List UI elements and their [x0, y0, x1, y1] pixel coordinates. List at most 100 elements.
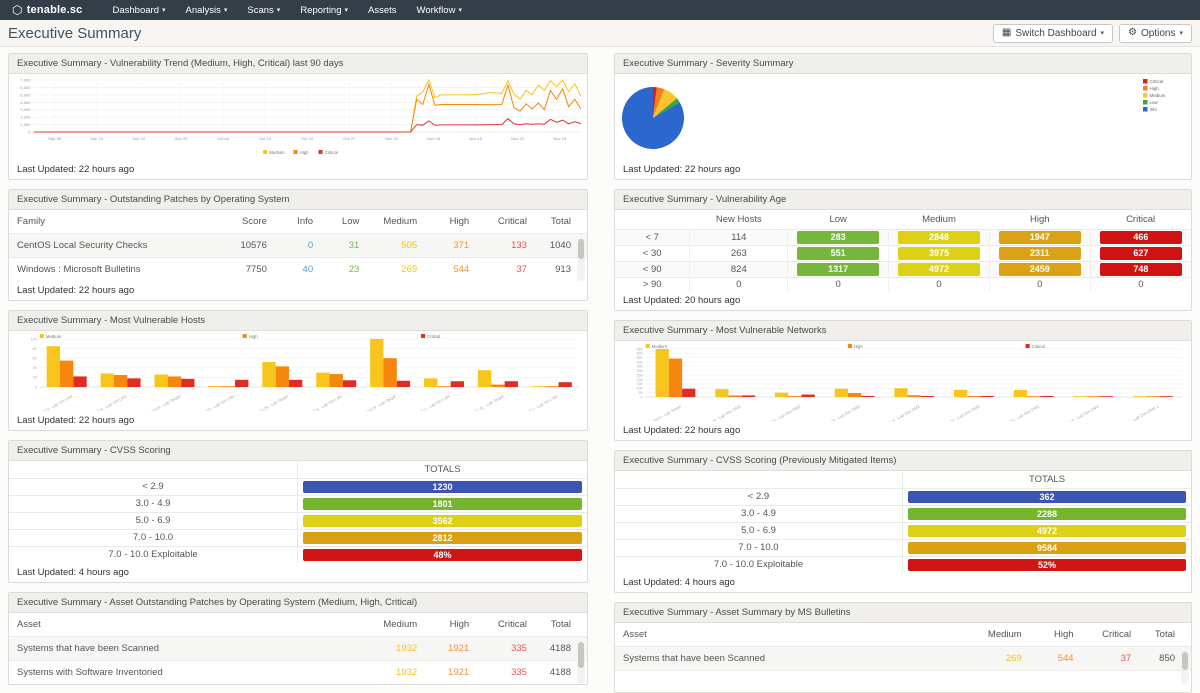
bar-critical[interactable]	[981, 396, 994, 397]
options-button[interactable]: ⚙ Options ▾	[1119, 24, 1192, 43]
severity-pill-medium[interactable]: 3975	[898, 247, 980, 260]
bar-medium[interactable]	[656, 349, 669, 397]
networks-bar-chart[interactable]: 050100150200250300350400450500550MediumH…	[615, 341, 1191, 421]
panel-header[interactable]: Executive Summary - Most Vulnerable Host…	[9, 311, 587, 331]
bar-medium[interactable]	[101, 374, 114, 387]
bar-critical[interactable]	[127, 378, 140, 387]
bar-critical[interactable]	[343, 380, 356, 387]
severity-pill-high[interactable]: 1947	[999, 231, 1081, 244]
bar-critical[interactable]	[235, 380, 248, 387]
table-row[interactable]: Systems that have been Scanned2695443785…	[615, 647, 1191, 671]
cvss-total-bar[interactable]: 1801	[303, 498, 582, 510]
panel-header[interactable]: Executive Summary - Most Vulnerable Netw…	[615, 321, 1191, 341]
bar-high[interactable]	[788, 396, 801, 397]
tenable-sc-logo[interactable]: ⬡ tenable.sc	[12, 4, 83, 16]
bar-high[interactable]	[222, 386, 235, 387]
severity-pill-high[interactable]: 2459	[999, 263, 1081, 276]
bar-critical[interactable]	[73, 376, 86, 387]
severity-pill-critical[interactable]: 627	[1100, 247, 1182, 260]
bar-medium[interactable]	[262, 362, 275, 387]
bar-critical[interactable]	[559, 382, 572, 387]
nav-item-workflow[interactable]: Workflow▾	[407, 0, 472, 20]
cvss-total-bar[interactable]: 362	[908, 491, 1186, 503]
table-row[interactable]: < 711428328481947466	[615, 230, 1191, 246]
table-row[interactable]: Systems that have been Scanned1932192133…	[9, 637, 587, 661]
scrollbar-thumb[interactable]	[578, 642, 584, 668]
table-row[interactable]: < 90824131749722459748	[615, 262, 1191, 278]
bar-high[interactable]	[1146, 396, 1159, 397]
bar-high[interactable]	[276, 366, 289, 387]
table-row[interactable]: 5.0 - 6.94972	[615, 523, 1191, 540]
severity-pie-chart[interactable]: CriticalHighMediumLowInfo	[615, 74, 1191, 160]
bar-critical[interactable]	[1160, 396, 1173, 397]
bar-critical[interactable]	[505, 381, 518, 387]
cvss-total-bar[interactable]: 2288	[908, 508, 1186, 520]
scrollbar[interactable]	[577, 237, 585, 281]
panel-header[interactable]: Executive Summary - CVSS Scoring	[9, 441, 587, 461]
bar-medium[interactable]	[1133, 396, 1146, 397]
bar-critical[interactable]	[397, 381, 410, 387]
bar-medium[interactable]	[155, 375, 168, 387]
cvss-total-bar[interactable]: 2812	[303, 532, 582, 544]
bar-critical[interactable]	[1100, 396, 1113, 397]
table-row[interactable]: 3.0 - 4.92288	[615, 506, 1191, 523]
cvss-total-bar[interactable]: 4972	[908, 525, 1186, 537]
bar-medium[interactable]	[894, 388, 907, 397]
trend-chart[interactable]: 01,0002,0003,0004,0005,0006,0007,000Sep …	[9, 74, 587, 160]
bar-medium[interactable]	[954, 390, 967, 397]
switch-dashboard-button[interactable]: ▦ Switch Dashboard ▾	[993, 24, 1113, 43]
panel-header[interactable]: Executive Summary - Vulnerability Age	[615, 190, 1191, 210]
bar-medium[interactable]	[715, 389, 728, 397]
bar-high[interactable]	[437, 386, 450, 387]
bar-high[interactable]	[1027, 396, 1040, 397]
bar-critical[interactable]	[921, 396, 934, 397]
bar-chart[interactable]: 050100150200250300350400450500550MediumH…	[615, 341, 1191, 421]
nav-item-reporting[interactable]: Reporting▾	[290, 0, 358, 20]
bar-critical[interactable]	[682, 389, 695, 397]
scrollbar-thumb[interactable]	[1182, 652, 1188, 670]
panel-header[interactable]: Executive Summary - Vulnerability Trend …	[9, 54, 587, 74]
severity-pill-medium[interactable]: 4972	[898, 263, 980, 276]
severity-pill-low[interactable]: 551	[797, 247, 879, 260]
bar-medium[interactable]	[316, 373, 329, 387]
severity-pill-critical[interactable]: 466	[1100, 231, 1182, 244]
scrollbar[interactable]	[577, 640, 585, 684]
bar-medium[interactable]	[208, 386, 221, 387]
panel-header[interactable]: Executive Summary - Severity Summary	[615, 54, 1191, 74]
bar-high[interactable]	[168, 376, 181, 387]
table-row[interactable]: 7.0 - 10.0 Exploitable52%	[615, 557, 1191, 573]
bar-critical[interactable]	[181, 379, 194, 387]
line-chart[interactable]: 01,0002,0003,0004,0005,0006,0007,000Sep …	[9, 74, 587, 160]
severity-pill-medium[interactable]: 2848	[898, 231, 980, 244]
bar-medium[interactable]	[1073, 396, 1086, 397]
severity-pill-high[interactable]: 2311	[999, 247, 1081, 260]
bar-high[interactable]	[491, 385, 504, 387]
bar-critical[interactable]	[801, 395, 814, 397]
panel-header[interactable]: Executive Summary - CVSS Scoring (Previo…	[615, 451, 1191, 471]
bar-high[interactable]	[967, 396, 980, 397]
cvss-total-bar[interactable]: 3562	[303, 515, 582, 527]
bar-high[interactable]	[669, 359, 682, 397]
bar-critical[interactable]	[742, 395, 755, 397]
panel-header[interactable]: Executive Summary - Asset Outstanding Pa…	[9, 593, 587, 613]
bar-high[interactable]	[1087, 396, 1100, 397]
severity-pill-critical[interactable]: 748	[1100, 263, 1182, 276]
bar-high[interactable]	[114, 375, 127, 387]
nav-item-analysis[interactable]: Analysis▾	[176, 0, 238, 20]
table-row[interactable]: Windows : Microsoft Bulletins77504023269…	[9, 258, 587, 282]
bar-high[interactable]	[545, 386, 558, 387]
bar-medium[interactable]	[370, 339, 383, 387]
table-row[interactable]: 5.0 - 6.93562	[9, 513, 587, 530]
bar-medium[interactable]	[478, 370, 491, 387]
severity-pill-low[interactable]: 1317	[797, 263, 879, 276]
bar-medium[interactable]	[532, 386, 545, 387]
table-row[interactable]: 7.0 - 10.02812	[9, 530, 587, 547]
bar-critical[interactable]	[289, 380, 302, 387]
scrollbar-thumb[interactable]	[578, 239, 584, 259]
nav-item-scans[interactable]: Scans▾	[237, 0, 290, 20]
bar-critical[interactable]	[861, 396, 874, 397]
panel-header[interactable]: Executive Summary - Outstanding Patches …	[9, 190, 587, 210]
table-row[interactable]: < 2.9362	[615, 489, 1191, 506]
bar-medium[interactable]	[1014, 390, 1027, 397]
bar-critical[interactable]	[451, 381, 464, 387]
